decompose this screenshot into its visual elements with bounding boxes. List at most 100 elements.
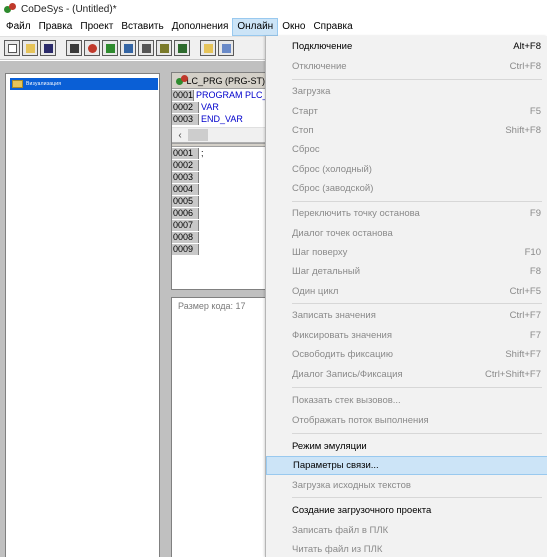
menu-item-label: Загрузка исходных текстов	[292, 480, 411, 491]
menu-item-login[interactable]: Подключение Alt+F8	[266, 37, 547, 56]
menu-item-display-flow-control[interactable]: Отображать поток выполнения	[266, 411, 547, 430]
line-number: 0006	[172, 207, 199, 219]
menu-project[interactable]: Проект	[76, 18, 117, 36]
menu-window[interactable]: Окно	[278, 18, 309, 36]
line-number: 0001	[172, 147, 199, 159]
code-line: 0006	[172, 207, 265, 219]
menu-item-shortcut: Ctrl+F8	[509, 61, 541, 72]
open-folder-icon[interactable]	[22, 40, 38, 56]
new-file-icon[interactable]	[4, 40, 20, 56]
horizontal-scrollbar[interactable]: ‹	[172, 127, 265, 143]
menu-item-label: Старт	[292, 106, 318, 117]
menu-item-single-cycle[interactable]: Один цикл Ctrl+F5	[266, 282, 547, 301]
menu-item-create-boot-project[interactable]: Создание загрузочного проекта	[266, 501, 547, 520]
menu-item-breakpoint-dialog[interactable]: Диалог точек останова	[266, 224, 547, 243]
menu-item-label: Сброс (заводской)	[292, 183, 374, 194]
message-window: Размер кода: 17	[171, 297, 265, 557]
visualization-icon[interactable]	[120, 40, 136, 56]
menu-item-reset-original[interactable]: Сброс (заводской)	[266, 179, 547, 198]
scroll-left-arrow[interactable]: ‹	[172, 130, 188, 141]
menu-separator	[292, 79, 542, 80]
menu-separator	[292, 497, 542, 498]
code-text: PROGRAM PLC_PRG	[196, 90, 265, 100]
stop-icon[interactable]	[84, 40, 100, 56]
menu-item-stop[interactable]: Стоп Shift+F8	[266, 121, 547, 140]
menu-item-download[interactable]: Загрузка	[266, 82, 547, 101]
menu-item-label: Шаг поверху	[292, 247, 348, 258]
pou-icon	[176, 74, 188, 87]
build-icon[interactable]	[66, 40, 82, 56]
code-line: 0002	[172, 159, 265, 171]
menu-insert[interactable]: Вставить	[117, 18, 167, 36]
line-number: 0002	[172, 101, 199, 113]
code-text: END_VAR	[201, 114, 243, 124]
declaration-section[interactable]: 0001PROGRAM PLC_PRG 0002VAR 0003END_VAR	[172, 89, 265, 125]
menu-item-reset[interactable]: Сброс	[266, 140, 547, 159]
menu-item-toggle-breakpoint[interactable]: Переключить точку останова F9	[266, 204, 547, 223]
catalog-icon[interactable]	[156, 40, 172, 56]
menu-item-label: Отображать поток выполнения	[292, 415, 429, 426]
editor-title: PLC_PRG (PRG-ST)	[180, 75, 265, 86]
menu-bar: Файл Правка Проект Вставить Дополнения О…	[0, 18, 547, 36]
menu-item-label: Диалог Запись/Фиксация	[292, 369, 403, 380]
menu-item-write-file-to-plc[interactable]: Записать файл в ПЛК	[266, 521, 547, 540]
menu-item-step-over[interactable]: Шаг поверху F10	[266, 243, 547, 262]
menu-item-force-values[interactable]: Фиксировать значения F7	[266, 326, 547, 345]
menu-item-shortcut: Alt+F8	[513, 41, 541, 52]
catalog-2-icon[interactable]	[174, 40, 190, 56]
menu-item-write-force-dialog[interactable]: Диалог Запись/Фиксация Ctrl+Shift+F7	[266, 365, 547, 384]
copy-icon[interactable]	[218, 40, 234, 56]
code-size-message: Размер кода: 17	[178, 301, 246, 311]
pou-editor: PLC_PRG (PRG-ST) 0001PROGRAM PLC_PRG 000…	[171, 72, 265, 290]
menu-item-shortcut: Ctrl+Shift+F7	[485, 369, 541, 380]
menu-item-run[interactable]: Старт F5	[266, 102, 547, 121]
menu-item-logout[interactable]: Отключение Ctrl+F8	[266, 57, 547, 76]
menu-extras[interactable]: Дополнения	[168, 18, 233, 36]
menu-help[interactable]: Справка	[309, 18, 356, 36]
menu-item-label: Подключение	[292, 41, 353, 52]
code-line: 0005	[172, 195, 265, 207]
scroll-thumb[interactable]	[188, 129, 208, 141]
menu-item-shortcut: Ctrl+F5	[509, 286, 541, 297]
menu-item-shortcut: Shift+F7	[505, 349, 541, 360]
body-section[interactable]: 0001; 0002 0003 0004 0005 0006 0007 0008…	[172, 147, 265, 255]
menu-item-shortcut: F5	[529, 106, 541, 117]
print-icon[interactable]	[138, 40, 154, 56]
line-number: 0002	[172, 159, 199, 171]
menu-separator	[292, 303, 542, 304]
menu-separator	[292, 387, 542, 388]
folder-icon	[12, 80, 23, 88]
menu-item-step-in[interactable]: Шаг детальный F8	[266, 262, 547, 281]
toolbar	[0, 36, 265, 60]
menu-item-release-force[interactable]: Освободить фиксацию Shift+F7	[266, 345, 547, 364]
menu-item-sourcecode-download[interactable]: Загрузка исходных текстов	[266, 476, 547, 495]
menu-item-write-values[interactable]: Записать значения Ctrl+F7	[266, 306, 547, 325]
menu-item-label: Записать файл в ПЛК	[292, 525, 389, 536]
line-number: 0003	[172, 113, 199, 125]
code-line: 0007	[172, 219, 265, 231]
menu-item-shortcut: F10	[524, 247, 541, 258]
menu-item-simulation-mode[interactable]: Режим эмуляции	[266, 437, 547, 456]
menu-separator	[292, 201, 542, 202]
online-icon[interactable]	[102, 40, 118, 56]
menu-edit[interactable]: Правка	[35, 18, 77, 36]
menu-online[interactable]: Онлайн	[232, 18, 279, 36]
menu-item-shortcut: F8	[529, 266, 541, 277]
menu-item-reset-cold[interactable]: Сброс (холодный)	[266, 160, 547, 179]
menu-item-communication-parameters[interactable]: Параметры связи...	[266, 456, 547, 475]
menu-item-label: Создание загрузочного проекта	[292, 505, 432, 516]
menu-item-read-file-from-plc[interactable]: Читать файл из ПЛК	[266, 540, 547, 557]
menu-item-show-call-stack[interactable]: Показать стек вызовов...	[266, 391, 547, 410]
save-icon[interactable]	[40, 40, 56, 56]
menu-file[interactable]: Файл	[2, 18, 35, 36]
menu-item-label: Читать файл из ПЛК	[292, 544, 383, 555]
code-text: ;	[201, 148, 204, 158]
code-line: 0003	[172, 171, 265, 183]
editor-header: PLC_PRG (PRG-ST)	[172, 73, 265, 89]
menu-item-shortcut: Shift+F8	[505, 125, 541, 136]
line-number: 0007	[172, 219, 199, 231]
cut-icon[interactable]	[200, 40, 216, 56]
line-number: 0003	[172, 171, 199, 183]
menu-item-label: Режим эмуляции	[292, 441, 367, 452]
tree-item-visualization[interactable]: Визуализация	[10, 78, 158, 90]
